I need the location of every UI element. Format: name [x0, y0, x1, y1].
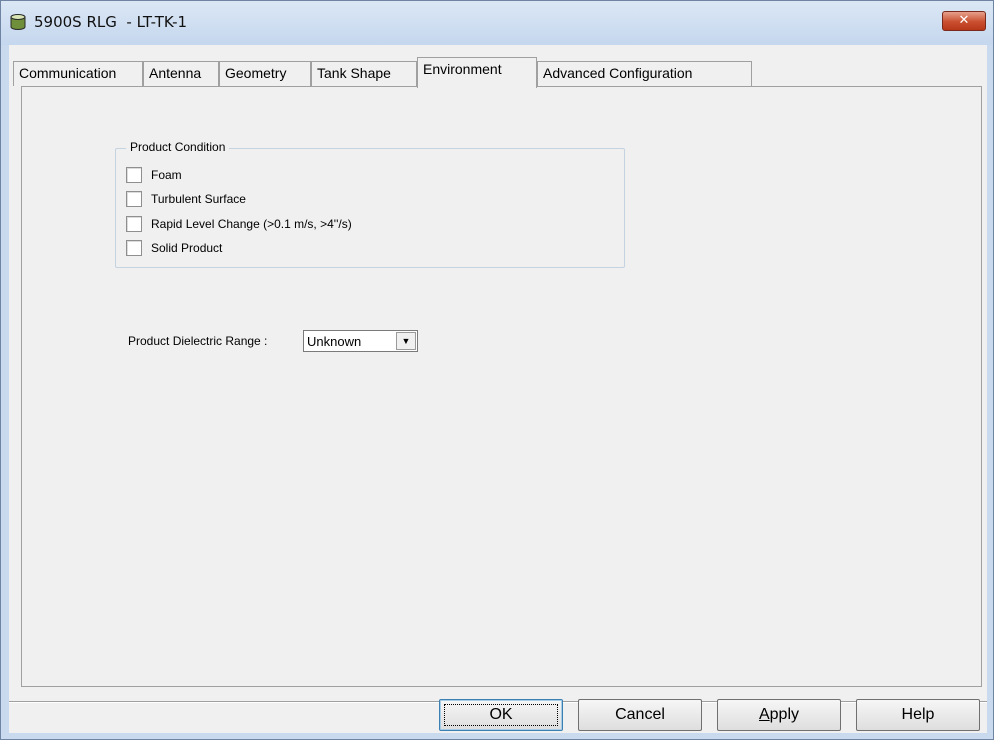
close-icon: ✕ [958, 13, 970, 28]
chevron-down-icon[interactable]: ▼ [396, 332, 416, 350]
tab-environment[interactable]: Environment [417, 57, 537, 88]
ok-button[interactable]: OK [439, 699, 563, 731]
product-condition-title: Product Condition [126, 140, 230, 154]
help-button[interactable]: Help [856, 699, 980, 731]
close-button[interactable]: ✕ [942, 11, 986, 31]
environment-panel: Product Condition Foam Turbulent Surface… [21, 86, 982, 687]
rapid-level-change-checkbox[interactable] [126, 216, 142, 232]
turbulent-surface-label: Turbulent Surface [151, 192, 246, 206]
focus-rectangle [444, 704, 558, 726]
foam-checkbox[interactable] [126, 167, 142, 183]
tab-antenna[interactable]: Antenna [143, 61, 219, 86]
cancel-button-label: Cancel [615, 706, 665, 723]
window-title: 5900S RLG - LT-TK-1 [34, 13, 188, 31]
tab-communication[interactable]: Communication [13, 61, 143, 86]
rapid-level-change-label: Rapid Level Change (>0.1 m/s, >4''/s) [151, 217, 352, 231]
tab-geometry[interactable]: Geometry [219, 61, 311, 86]
product-condition-group: Product Condition Foam Turbulent Surface… [115, 140, 625, 268]
foam-label: Foam [151, 168, 182, 182]
apply-mnemonic: A [758, 706, 770, 723]
dielectric-range-label: Product Dielectric Range : [128, 334, 268, 348]
solid-product-label: Solid Product [151, 241, 223, 255]
dialog-client: Communication Antenna Geometry Tank Shap… [9, 45, 987, 733]
apply-button-label: pply [769, 706, 800, 723]
tab-advanced-configuration[interactable]: Advanced Configuration [537, 61, 752, 86]
solid-product-checkbox[interactable] [126, 240, 142, 256]
help-button-label: Help [901, 706, 935, 723]
dialog-window: 5900S RLG - LT-TK-1 ✕ Communication Ante… [0, 0, 994, 740]
dielectric-range-value: Unknown [307, 334, 362, 349]
title-bar[interactable]: 5900S RLG - LT-TK-1 ✕ [1, 1, 993, 45]
cancel-button[interactable]: Cancel [578, 699, 702, 731]
tab-strip: Communication Antenna Geometry Tank Shap… [9, 45, 987, 88]
apply-button[interactable]: Apply [717, 699, 841, 731]
dielectric-range-select[interactable]: Unknown ▼ [303, 330, 418, 352]
turbulent-surface-checkbox[interactable] [126, 191, 142, 207]
tab-tank-shape[interactable]: Tank Shape [311, 61, 417, 86]
tank-app-icon [10, 14, 26, 30]
